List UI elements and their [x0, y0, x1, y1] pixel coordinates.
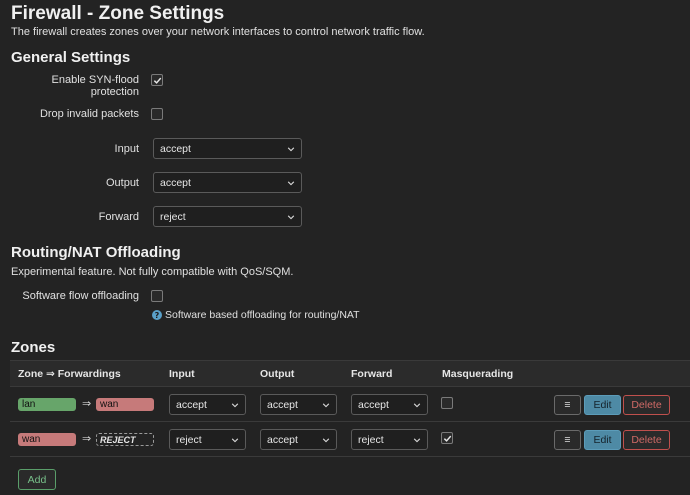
- zone-wan-edit-button[interactable]: Edit: [584, 430, 621, 450]
- zone-lan-output-select[interactable]: accept: [260, 394, 337, 415]
- zone-lan-forward-value: accept: [358, 398, 389, 411]
- forward-target-reject: REJECT: [96, 433, 154, 446]
- syn-flood-label: Enable SYN-flood protection: [51, 74, 139, 98]
- forwarding-arrow: ⇒: [82, 398, 92, 410]
- chevron-down-icon: [322, 437, 330, 442]
- zones-heading: Zones: [11, 339, 56, 356]
- zone-wan-masquerading-checkbox[interactable]: [441, 432, 453, 444]
- drop-invalid-label: Drop invalid packets: [39, 108, 139, 120]
- col-forward: Forward: [351, 368, 393, 380]
- zone-lan-edit-button[interactable]: Edit: [584, 395, 621, 415]
- sw-offloading-label: Software flow offloading: [22, 290, 139, 302]
- chevron-down-icon: [413, 402, 421, 407]
- col-masquerading: Masquerading: [442, 368, 514, 380]
- drop-invalid-checkbox[interactable]: [151, 108, 163, 120]
- sw-offloading-hint: ? Software based offloading for routing/…: [152, 309, 360, 321]
- checkmark-icon: [443, 435, 451, 442]
- general-forward-value: reject: [160, 210, 186, 223]
- zone-wan-forward-value: reject: [358, 433, 384, 446]
- chevron-down-icon: [413, 437, 421, 442]
- sw-offloading-checkbox[interactable]: [151, 290, 163, 302]
- general-output-label: Output: [105, 177, 139, 189]
- zone-lan-masquerading-checkbox[interactable]: [441, 397, 453, 409]
- general-forward-label: Forward: [98, 211, 139, 223]
- chevron-down-icon: [322, 402, 330, 407]
- zone-wan-output-value: accept: [267, 433, 298, 446]
- general-forward-select[interactable]: reject: [153, 206, 302, 227]
- zone-lan-forward-select[interactable]: accept: [351, 394, 428, 415]
- zone-lan-input-select[interactable]: accept: [169, 394, 246, 415]
- general-output-value: accept: [160, 176, 191, 189]
- general-settings-heading: General Settings: [11, 49, 131, 66]
- chevron-down-icon: [231, 437, 239, 442]
- general-input-select[interactable]: accept: [153, 138, 302, 159]
- syn-flood-checkbox[interactable]: [151, 74, 163, 86]
- offloading-heading: Routing/NAT Offloading: [11, 244, 181, 261]
- add-zone-button[interactable]: Add: [18, 469, 56, 490]
- zone-lan-input-value: accept: [176, 398, 207, 411]
- zone-badge-lan: lan: [18, 398, 76, 411]
- chevron-down-icon: [287, 180, 295, 185]
- zone-lan-menu-button[interactable]: ≡: [554, 395, 581, 415]
- col-zone-forwardings: Zone ⇒ Forwardings: [18, 368, 121, 380]
- col-input: Input: [169, 368, 195, 380]
- zone-wan-input-select[interactable]: reject: [169, 429, 246, 450]
- zone-wan-output-select[interactable]: accept: [260, 429, 337, 450]
- chevron-down-icon: [287, 146, 295, 151]
- zone-badge-wan: wan: [18, 433, 76, 446]
- page-description: The firewall creates zones over your net…: [11, 26, 425, 38]
- help-icon: ?: [152, 310, 162, 320]
- general-input-value: accept: [160, 142, 191, 155]
- zone-lan-delete-button[interactable]: Delete: [623, 395, 670, 415]
- general-output-select[interactable]: accept: [153, 172, 302, 193]
- sw-offloading-hint-text: Software based offloading for routing/NA…: [165, 309, 360, 321]
- forward-target-wan: wan: [96, 398, 154, 411]
- forwarding-arrow: ⇒: [82, 433, 92, 445]
- general-input-label: Input: [114, 143, 139, 155]
- page-title: Firewall - Zone Settings: [11, 3, 225, 24]
- zone-wan-forward-select[interactable]: reject: [351, 429, 428, 450]
- zone-wan-delete-button[interactable]: Delete: [623, 430, 670, 450]
- chevron-down-icon: [287, 214, 295, 219]
- col-output: Output: [260, 368, 295, 380]
- zone-wan-menu-button[interactable]: ≡: [554, 430, 581, 450]
- zone-wan-input-value: reject: [176, 433, 202, 446]
- offloading-description: Experimental feature. Not fully compatib…: [11, 266, 294, 278]
- chevron-down-icon: [231, 402, 239, 407]
- checkmark-icon: [153, 77, 161, 84]
- zone-lan-output-value: accept: [267, 398, 298, 411]
